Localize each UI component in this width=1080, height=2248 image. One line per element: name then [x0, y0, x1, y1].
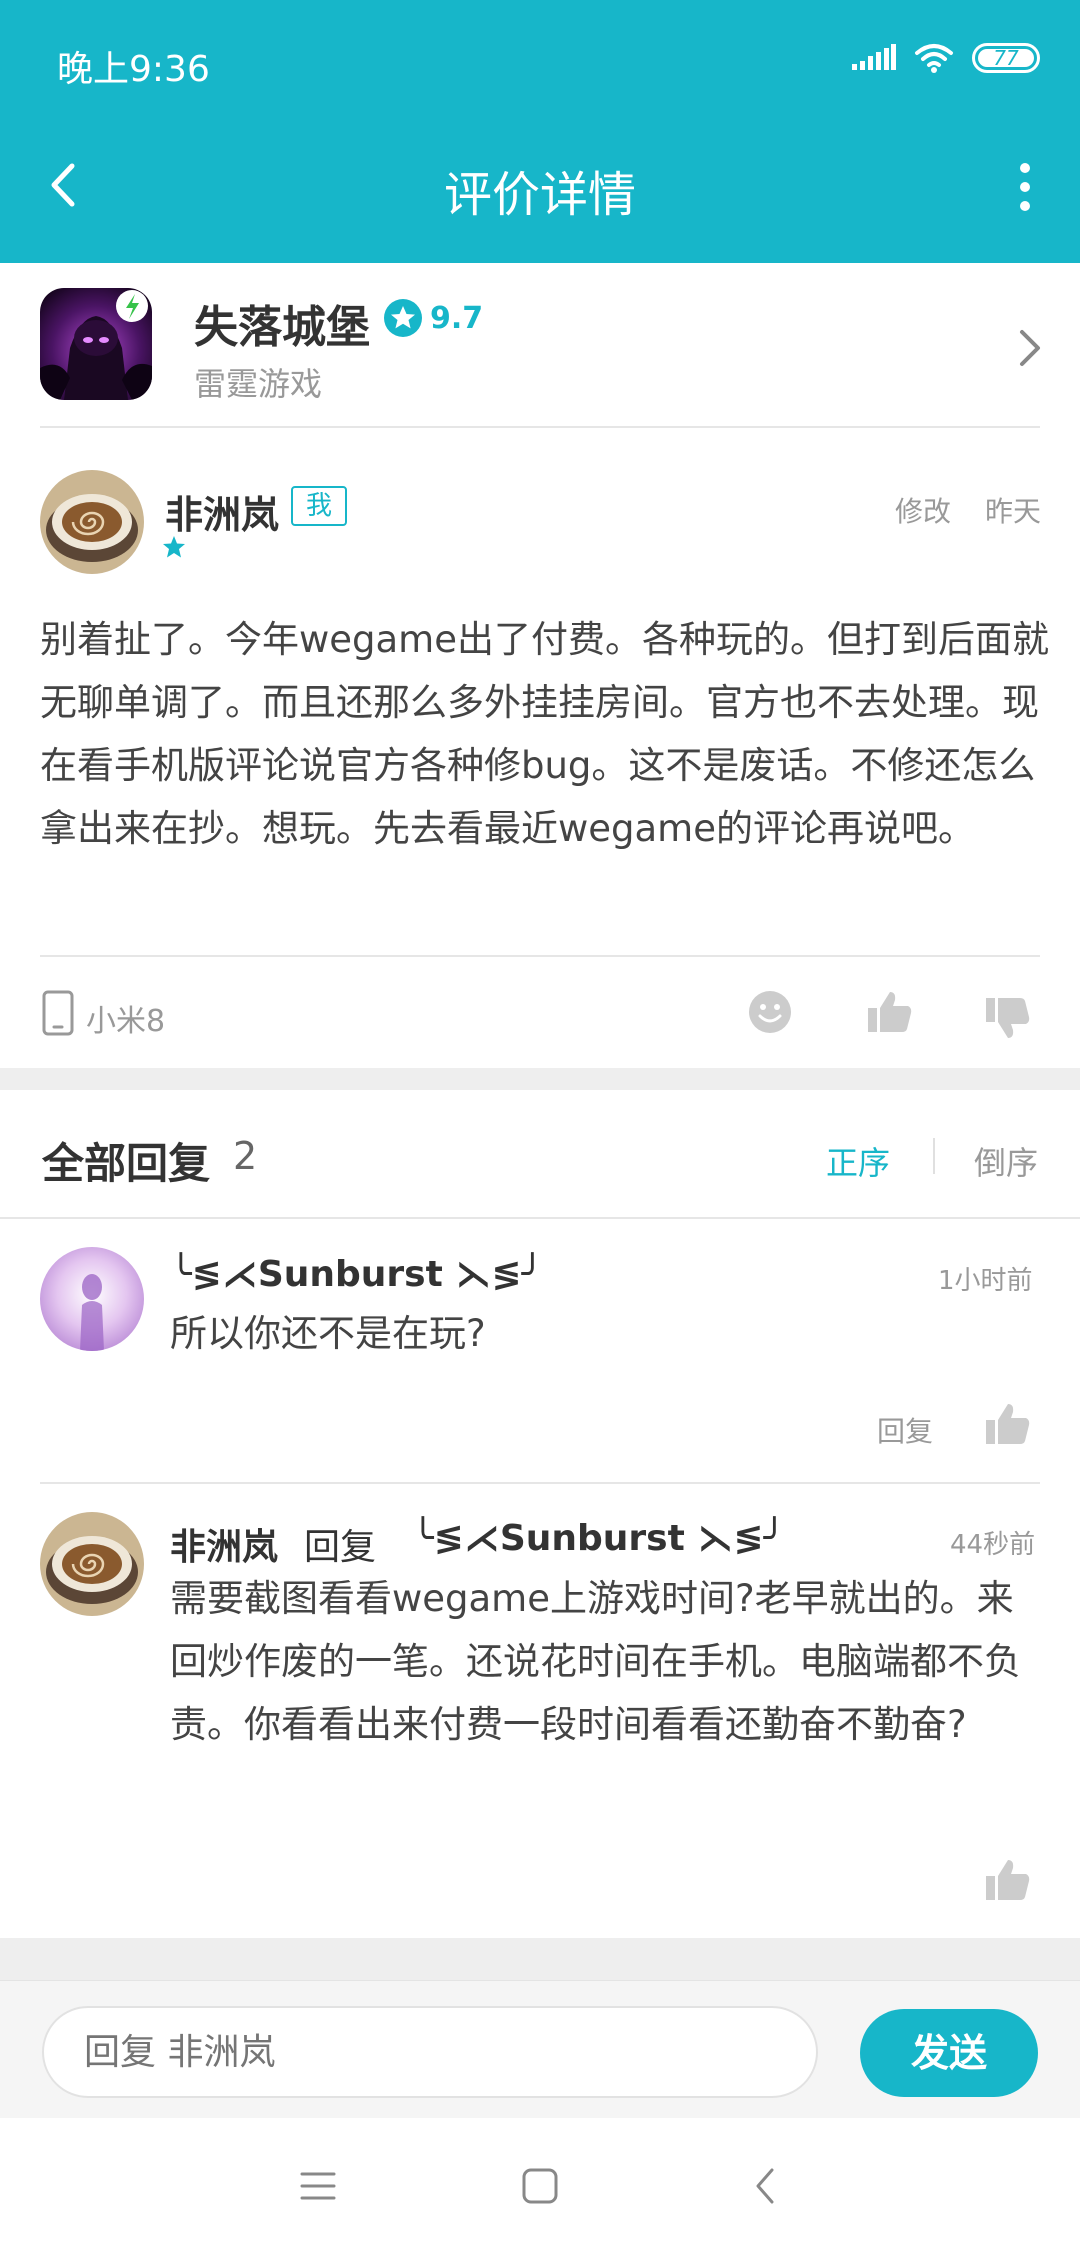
star-icon — [384, 299, 422, 337]
reply-button[interactable]: 回复 — [877, 1410, 933, 1450]
send-button[interactable]: 发送 — [860, 2009, 1038, 2097]
avatar[interactable] — [40, 470, 144, 574]
reply-input[interactable] — [42, 2006, 818, 2098]
signal-icon — [852, 44, 896, 70]
chevron-right-icon[interactable] — [1010, 323, 1050, 373]
divider — [933, 1138, 935, 1174]
divider — [0, 1217, 1080, 1219]
page-title: 评价详情 — [443, 167, 636, 223]
edit-link[interactable]: 修改 — [895, 490, 951, 530]
home-icon[interactable] — [520, 2166, 560, 2206]
status-icons: 77 — [852, 42, 1040, 74]
divider — [40, 426, 1040, 428]
me-badge: 我 — [291, 486, 347, 526]
more-vert-icon[interactable] — [1000, 160, 1050, 214]
game-rating: 9.7 — [384, 299, 483, 337]
section-divider — [0, 1068, 1080, 1090]
battery-indicator: 77 — [972, 43, 1040, 73]
emoji-icon[interactable] — [746, 988, 794, 1036]
sort-ascending-button[interactable]: 正序 — [826, 1138, 890, 1184]
reply-to-label: 回复 — [304, 1527, 377, 1568]
app-header: 晚上9:36 77 评价详情 — [0, 0, 1080, 263]
reply-input-bar: 发送 — [0, 1980, 1080, 2118]
reply-to-user[interactable]: ╰≶⋌Sunburst ⋋≶╯ — [412, 1518, 785, 1559]
star-icon — [163, 536, 185, 558]
avatar[interactable] — [40, 1512, 144, 1616]
system-nav-bar — [0, 2118, 1080, 2248]
review-body: 别着扯了。今年wegame出了付费。各种玩的。但打到后面就无聊单调了。而且还那么… — [40, 618, 1049, 850]
section-divider — [0, 1938, 1080, 1980]
replies-title: 全部回复 — [42, 1139, 211, 1188]
menu-icon[interactable] — [298, 2166, 338, 2206]
reply-time: 1小时前 — [938, 1266, 1033, 1296]
wifi-icon — [915, 44, 953, 73]
avatar[interactable] — [40, 1247, 144, 1351]
sort-descending-button[interactable]: 倒序 — [974, 1138, 1038, 1184]
game-icon — [40, 288, 152, 400]
thumb-up-icon[interactable] — [984, 1400, 1032, 1448]
divider — [40, 1482, 1040, 1484]
reply-text: 所以你还不是在玩? — [170, 1312, 486, 1355]
thumb-down-icon[interactable] — [984, 994, 1032, 1042]
review-author[interactable]: 非洲岚 — [165, 484, 279, 539]
rating-value: 9.7 — [430, 300, 484, 336]
nav-back-icon[interactable] — [746, 2166, 786, 2206]
divider — [40, 955, 1040, 957]
device-name: 小米8 — [86, 1004, 166, 1039]
game-card[interactable]: 失落城堡 9.7 雷霆游戏 — [0, 263, 1080, 428]
game-developer: 雷霆游戏 — [194, 365, 323, 403]
reply-text: 需要截图看看wegame上游戏时间?老早就出的。来回炒作废的一笔。还说花时间在手… — [170, 1577, 1021, 1746]
thumb-up-icon[interactable] — [866, 988, 914, 1036]
status-time: 晚上9:36 — [57, 49, 210, 90]
replies-count: 2 — [233, 1134, 258, 1178]
reply-author[interactable]: 非洲岚 — [170, 1518, 278, 1570]
reply-time: 44秒前 — [950, 1530, 1036, 1560]
reply-author[interactable]: ╰≶⋌Sunburst ⋋≶╯ — [170, 1254, 543, 1295]
phone-icon — [42, 990, 74, 1036]
thumb-up-icon[interactable] — [984, 1856, 1032, 1904]
game-name: 失落城堡 — [194, 302, 370, 353]
review-date: 昨天 — [985, 495, 1042, 528]
